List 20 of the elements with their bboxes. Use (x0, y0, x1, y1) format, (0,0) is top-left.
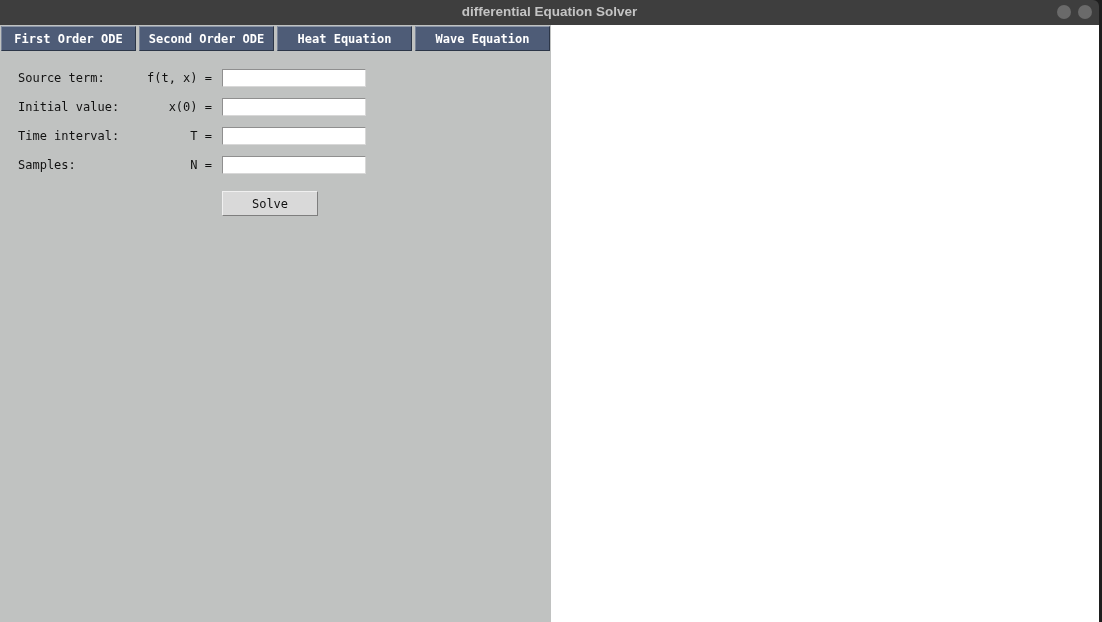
window-control-icon[interactable] (1078, 5, 1092, 19)
expression-label: T = (190, 128, 212, 145)
field-label: Samples: (18, 157, 77, 174)
expression-label: N = (190, 157, 212, 174)
tab[interactable]: Heat Equation (277, 26, 412, 51)
expression-label: f(t, x) = (146, 70, 212, 87)
window-title: differential Equation Solver (461, 3, 638, 22)
field-label: Initial value: (18, 99, 121, 116)
input-field[interactable] (222, 69, 366, 87)
window-control-icon[interactable] (1057, 5, 1071, 19)
field-label: Time interval: (18, 128, 121, 145)
tab[interactable]: Wave Equation (415, 26, 550, 51)
input-field[interactable] (222, 156, 366, 174)
expression-label: x(0) = (168, 99, 212, 116)
input-field[interactable] (222, 98, 366, 116)
solve-button[interactable]: Solve (222, 191, 318, 216)
input-field[interactable] (222, 127, 366, 145)
field-label: Source term: (18, 70, 106, 87)
tab[interactable]: First Order ODE (1, 26, 136, 51)
tab[interactable]: Second Order ODE (139, 26, 274, 51)
